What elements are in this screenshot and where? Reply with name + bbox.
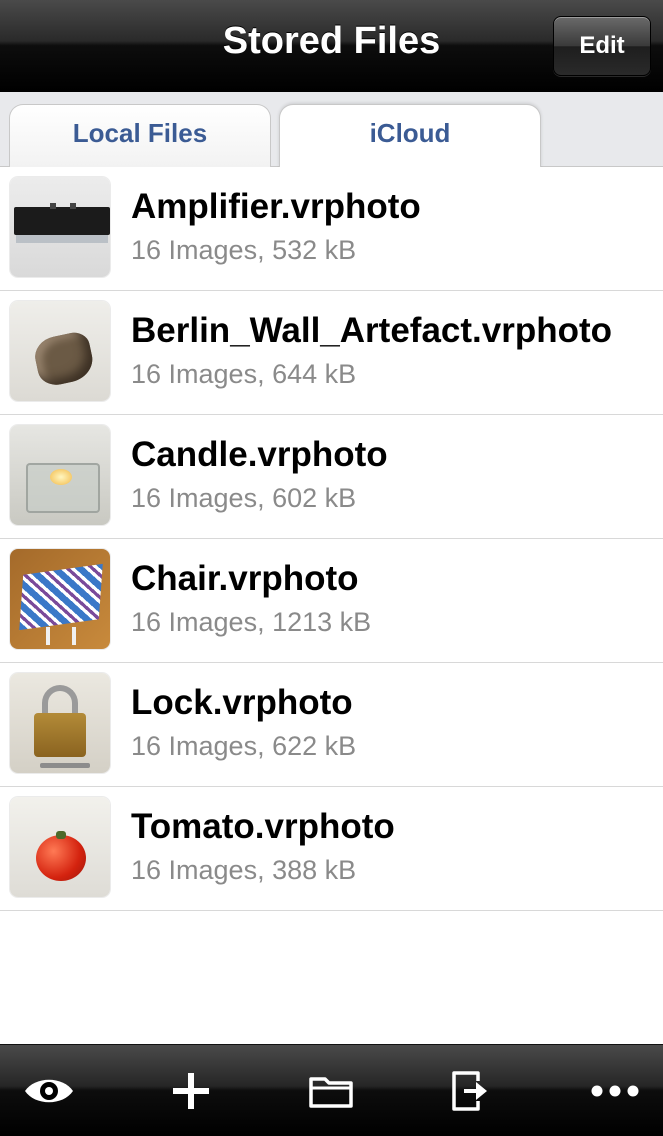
file-row-candle[interactable]: Candle.vrphoto 16 Images, 602 kB — [0, 415, 663, 539]
file-info: 16 Images, 602 kB — [131, 483, 357, 513]
tab-icloud[interactable]: iCloud — [279, 104, 541, 168]
file-row-amplifier[interactable]: Amplifier.vrphoto 16 Images, 532 kB — [0, 167, 663, 291]
bottom-toolbar — [0, 1044, 663, 1136]
more-icon — [591, 1085, 639, 1097]
amplifier-thumbnail — [10, 177, 110, 277]
file-row-tomato[interactable]: Tomato.vrphoto 16 Images, 388 kB — [0, 787, 663, 911]
folder-button[interactable] — [286, 1061, 376, 1121]
file-list: Amplifier.vrphoto 16 Images, 532 kB Berl… — [0, 167, 663, 911]
more-button[interactable] — [570, 1061, 660, 1121]
file-info: 16 Images, 644 kB — [131, 359, 357, 389]
file-name: Amplifier.vrphoto — [131, 187, 421, 226]
file-row-berlin-wall-artefact[interactable]: Berlin_Wall_Artefact.vrphoto 16 Images, … — [0, 291, 663, 415]
folder-icon — [309, 1077, 353, 1108]
tomato-thumbnail — [10, 797, 110, 897]
file-name: Chair.vrphoto — [131, 559, 359, 598]
file-name: Tomato.vrphoto — [131, 807, 395, 846]
export-button[interactable] — [426, 1061, 516, 1121]
edit-button[interactable]: Edit — [553, 16, 651, 76]
lock-thumbnail — [10, 673, 110, 773]
preview-button[interactable] — [4, 1061, 94, 1121]
file-info: 16 Images, 622 kB — [131, 731, 357, 761]
file-info: 16 Images, 1213 kB — [131, 607, 372, 637]
file-info: 16 Images, 532 kB — [131, 235, 357, 265]
navigation-bar: Stored Files Edit — [0, 0, 663, 92]
chair-thumbnail — [10, 549, 110, 649]
file-info: 16 Images, 388 kB — [131, 855, 357, 885]
plus-icon — [173, 1073, 209, 1109]
add-button[interactable] — [146, 1061, 236, 1121]
tab-local-files[interactable]: Local Files — [9, 104, 271, 168]
export-icon — [452, 1071, 487, 1111]
file-row-chair[interactable]: Chair.vrphoto 16 Images, 1213 kB — [0, 539, 663, 663]
candle-thumbnail — [10, 425, 110, 525]
file-row-lock[interactable]: Lock.vrphoto 16 Images, 622 kB — [0, 663, 663, 787]
eye-icon — [25, 1079, 73, 1103]
tab-bar: Local Files iCloud — [0, 92, 663, 168]
file-name: Candle.vrphoto — [131, 435, 388, 474]
file-name: Lock.vrphoto — [131, 683, 353, 722]
berlin-wall-artefact-thumbnail — [10, 301, 110, 401]
file-name: Berlin_Wall_Artefact.vrphoto — [131, 311, 613, 350]
